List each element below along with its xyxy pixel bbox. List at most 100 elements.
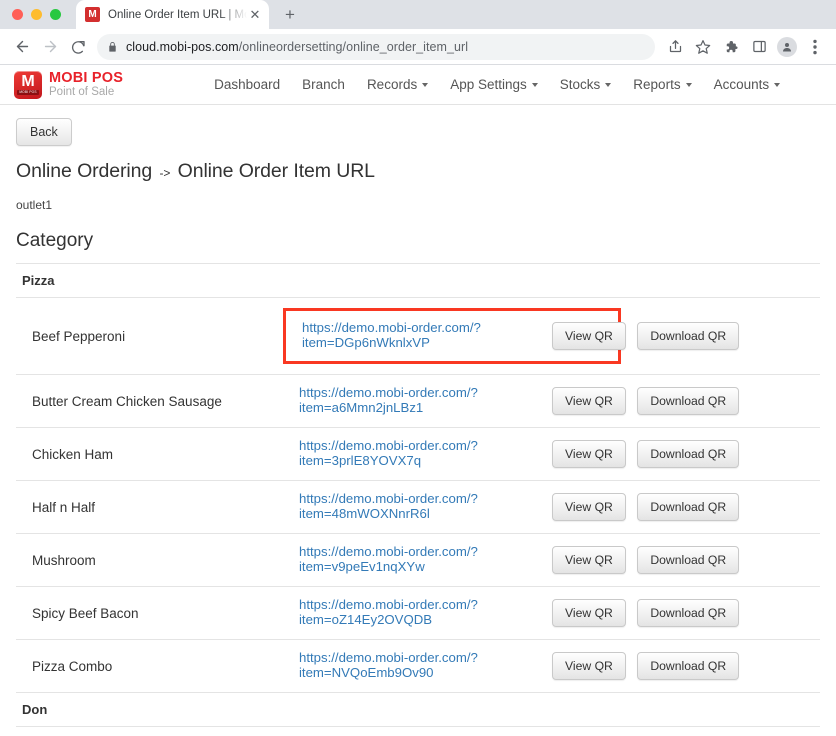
item-url-cell: https://demo.mobi-order.com/?item=oZ14Ey… — [284, 586, 552, 640]
side-panel-icon[interactable] — [746, 34, 772, 60]
item-name: Spicy Beef Bacon — [16, 586, 284, 640]
nav-item-label: App Settings — [450, 77, 527, 92]
category-name: Don — [16, 692, 820, 727]
download-qr-button[interactable]: Download QR — [637, 652, 740, 680]
outlet-label: outlet1 — [16, 198, 53, 212]
chevron-down-icon — [422, 82, 429, 87]
nav-item-dashboard[interactable]: Dashboard — [203, 71, 291, 98]
maximize-window-button[interactable] — [50, 9, 61, 20]
nav-item-stocks[interactable]: Stocks — [549, 71, 623, 98]
item-url-cell: https://demo.mobi-order.com/?item=a6Mmn2… — [284, 374, 552, 428]
item-url-link[interactable]: https://demo.mobi-order.com/?item=48mWOX… — [284, 491, 552, 521]
breadcrumb-current: Online Order Item URL — [177, 160, 375, 182]
download-qr-button[interactable]: Download QR — [637, 599, 740, 627]
table-row: Maguro https://demo.mobi-order.com/?item… — [16, 726, 820, 736]
profile-avatar-icon[interactable] — [774, 34, 800, 60]
table-row: Beef Pepperoni https://demo.mobi-order.c… — [16, 297, 820, 375]
site-nav-links: Dashboard Branch Records App Settings St… — [203, 71, 791, 98]
table-row: Mushroom https://demo.mobi-order.com/?it… — [16, 533, 820, 587]
extensions-puzzle-icon[interactable] — [718, 34, 744, 60]
category-header-row: Don — [16, 692, 820, 727]
download-qr-button[interactable]: Download QR — [637, 546, 740, 574]
download-qr-button[interactable]: Download QR — [637, 387, 740, 415]
nav-item-app-settings[interactable]: App Settings — [439, 71, 549, 98]
tab-title: Online Order Item URL | MobiPOS — [108, 8, 247, 21]
lock-icon — [107, 41, 118, 53]
item-name: Mushroom — [16, 533, 284, 587]
item-url-link[interactable]: https://demo.mobi-order.com/?item=3prlE8… — [284, 438, 552, 468]
breadcrumb-parent[interactable]: Online Ordering — [16, 160, 152, 182]
nav-item-label: Reports — [633, 77, 681, 92]
browser-tab[interactable]: M Online Order Item URL | MobiPOS ✕ — [76, 0, 269, 29]
view-qr-button[interactable]: View QR — [552, 322, 626, 350]
mobipos-logo-icon: M MOBI POS — [14, 70, 42, 99]
back-icon[interactable] — [8, 33, 36, 61]
item-name: Beef Pepperoni — [16, 297, 284, 375]
forward-icon[interactable] — [36, 33, 64, 61]
nav-item-records[interactable]: Records — [356, 71, 439, 98]
item-actions: View QR Download QR — [552, 480, 820, 534]
table-row: Chicken Ham https://demo.mobi-order.com/… — [16, 427, 820, 481]
item-url-link[interactable]: https://demo.mobi-order.com/?item=NVQoEm… — [284, 650, 552, 680]
chevron-down-icon — [774, 82, 781, 87]
chevron-down-icon — [685, 82, 692, 87]
item-actions: View QR Download QR — [552, 374, 820, 428]
view-qr-button[interactable]: View QR — [552, 546, 626, 574]
download-qr-button[interactable]: Download QR — [637, 440, 740, 468]
three-dot-menu-icon[interactable] — [802, 34, 828, 60]
minimize-window-button[interactable] — [31, 9, 42, 20]
brand-mark-letter: M — [21, 72, 35, 90]
bookmark-star-icon[interactable] — [690, 34, 716, 60]
item-name: Pizza Combo — [16, 639, 284, 693]
item-actions: View QR Download QR — [552, 533, 820, 587]
item-url-link[interactable]: https://demo.mobi-order.com/?item=a6Mmn2… — [284, 385, 552, 415]
main-content: Back Online Ordering -> Online Order Ite… — [0, 105, 836, 736]
browser-toolbar: cloud.mobi-pos.com/onlineordersetting/on… — [0, 29, 836, 65]
brand-tagline: Point of Sale — [49, 85, 115, 98]
address-bar[interactable]: cloud.mobi-pos.com/onlineordersetting/on… — [97, 33, 655, 60]
item-actions: View QR Download QR — [552, 427, 820, 481]
brand-mark-tiny: MOBI POS — [17, 89, 39, 95]
avatar — [777, 36, 797, 57]
nav-item-accounts[interactable]: Accounts — [703, 71, 792, 98]
mobipos-favicon: M — [85, 7, 100, 22]
back-button[interactable]: Back — [16, 118, 72, 146]
view-qr-button[interactable]: View QR — [552, 652, 626, 680]
nav-item-label: Branch — [302, 77, 345, 92]
download-qr-button[interactable]: Download QR — [637, 493, 740, 521]
table-row: Half n Half https://demo.mobi-order.com/… — [16, 480, 820, 534]
reload-icon[interactable] — [64, 33, 92, 61]
item-url-link[interactable]: https://demo.mobi-order.com/?item=oZ14Ey… — [284, 597, 552, 627]
brand-name: MOBI POS — [49, 70, 124, 86]
view-qr-button[interactable]: View QR — [552, 599, 626, 627]
item-url-cell: https://demo.mobi-order.com/?item=3prlE8… — [284, 427, 552, 481]
item-actions: View QR Download QR — [552, 726, 820, 736]
close-window-button[interactable] — [12, 9, 23, 20]
view-qr-button[interactable]: View QR — [552, 387, 626, 415]
share-icon[interactable] — [662, 34, 688, 60]
chevron-down-icon — [605, 82, 612, 87]
breadcrumb: Online Ordering -> Online Order Item URL — [16, 160, 820, 183]
view-qr-button[interactable]: View QR — [552, 440, 626, 468]
category-name: Pizza — [16, 263, 820, 298]
item-url-cell: https://demo.mobi-order.com/?item=DGp6nW… — [283, 297, 621, 375]
new-tab-button[interactable]: + — [279, 3, 301, 25]
url-host: cloud.mobi-pos.com — [126, 39, 239, 54]
brand-logo[interactable]: M MOBI POS MOBI POS Point of Sale — [14, 70, 124, 99]
table-row: Spicy Beef Bacon https://demo.mobi-order… — [16, 586, 820, 640]
close-icon[interactable]: ✕ — [247, 7, 263, 23]
nav-item-reports[interactable]: Reports — [622, 71, 702, 98]
page-title: Category — [16, 230, 94, 251]
item-url-table: Pizza Beef Pepperoni https://demo.mobi-o… — [16, 263, 820, 736]
item-url-cell: https://demo.mobi-order.com/?item=NVQoEm… — [284, 639, 552, 693]
item-url-cell: https://demo.mobi-order.com/?item=75qLnM… — [284, 726, 552, 736]
nav-item-branch[interactable]: Branch — [291, 71, 356, 98]
download-qr-button[interactable]: Download QR — [637, 322, 740, 350]
item-url-link[interactable]: https://demo.mobi-order.com/?item=v9peEv… — [284, 544, 552, 574]
url-path: /onlineordersetting/online_order_item_ur… — [238, 39, 469, 54]
item-url-cell: https://demo.mobi-order.com/?item=48mWOX… — [284, 480, 552, 534]
item-name: Maguro — [16, 726, 284, 736]
item-actions: View QR Download QR — [552, 639, 820, 693]
nav-item-label: Records — [366, 77, 418, 92]
view-qr-button[interactable]: View QR — [552, 493, 626, 521]
